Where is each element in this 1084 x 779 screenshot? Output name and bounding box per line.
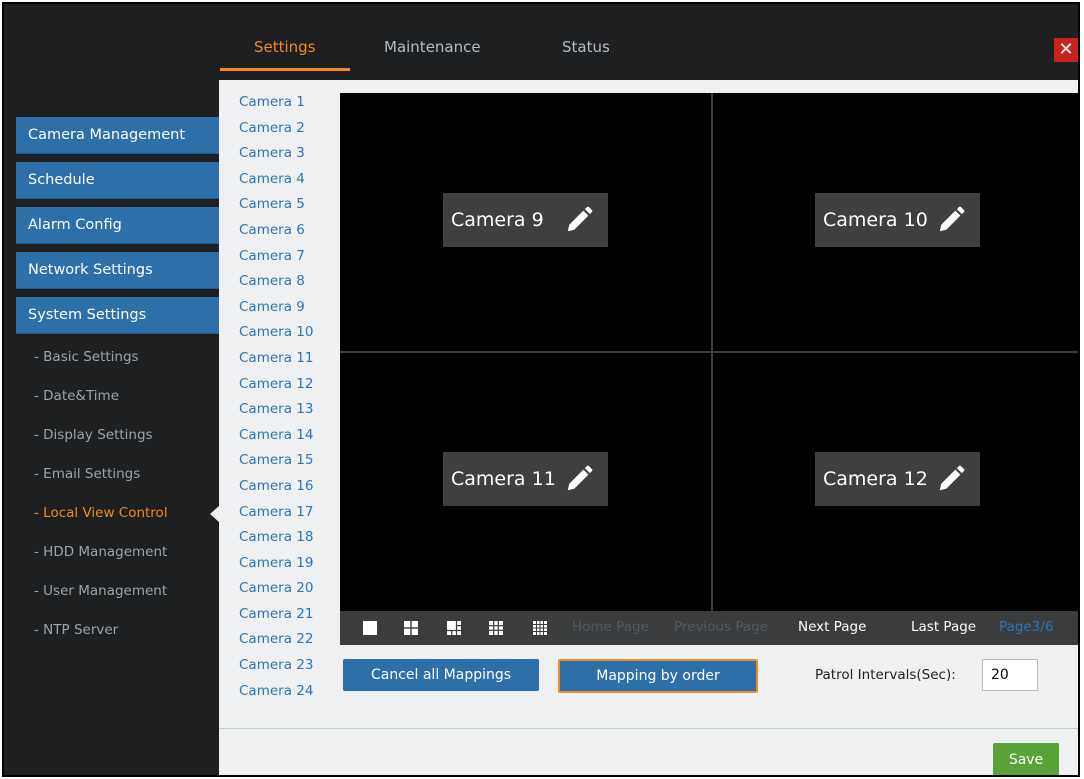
camera-list-item[interactable]: Camera 15: [239, 448, 313, 474]
camera-list-item[interactable]: Camera 5: [239, 192, 313, 218]
camera-list-item[interactable]: Camera 7: [239, 244, 313, 270]
camera-list-item[interactable]: Camera 14: [239, 423, 313, 449]
page-indicator: Page3/6: [999, 619, 1054, 635]
camera-list-item[interactable]: Camera 8: [239, 269, 313, 295]
cancel-all-mappings-button[interactable]: Cancel all Mappings: [343, 659, 539, 691]
sidebar-item-system-settings[interactable]: System Settings: [16, 297, 221, 334]
save-button[interactable]: Save: [993, 743, 1059, 775]
camera-list-item[interactable]: Camera 9: [239, 295, 313, 321]
sidebar-item-network-settings[interactable]: Network Settings: [16, 252, 221, 289]
camera-list-item[interactable]: Camera 3: [239, 141, 313, 167]
camera-list-item[interactable]: Camera 22: [239, 627, 313, 653]
camera-list-item[interactable]: Camera 10: [239, 320, 313, 346]
main-content: Camera 1 Camera 2 Camera 3 Camera 4 Camera 5…: [219, 80, 1078, 775]
patrol-intervals-label: Patrol Intervals(Sec):: [815, 667, 956, 683]
grid-cell-camera-label[interactable]: Camera 10: [815, 193, 980, 247]
grid-cell-camera-label[interactable]: Camera 9: [443, 193, 608, 247]
sidebar-item-camera-management[interactable]: Camera Management: [16, 117, 221, 154]
grid-cell-camera-name: Camera 9: [451, 209, 544, 231]
camera-list-item[interactable]: Camera 16: [239, 474, 313, 500]
top-bar: Settings Maintenance Status ✕: [4, 4, 1078, 80]
sidebar-subitem-date-time[interactable]: - Date&Time: [34, 388, 119, 404]
tab-maintenance[interactable]: Maintenance: [384, 38, 481, 56]
sidebar-subitem-user-management[interactable]: - User Management: [34, 583, 167, 599]
grid-cell-camera-label[interactable]: Camera 11: [443, 452, 608, 506]
footer-divider: [219, 728, 1078, 729]
layout-9-icon[interactable]: [488, 620, 504, 636]
camera-list-item[interactable]: Camera 6: [239, 218, 313, 244]
layout-16-icon[interactable]: [532, 620, 548, 636]
camera-list-item[interactable]: Camera 4: [239, 167, 313, 193]
video-grid: Camera 9 Camera 10 Camera 11 Camera 12: [340, 93, 1078, 611]
sidebar-subitem-hdd-management[interactable]: - HDD Management: [34, 544, 167, 560]
close-icon: ✕: [1058, 39, 1074, 60]
camera-list-item[interactable]: Camera 12: [239, 372, 313, 398]
last-page-link[interactable]: Last Page: [911, 619, 976, 635]
app-window: Settings Maintenance Status ✕ Camera Man…: [2, 2, 1080, 777]
layout-4-icon[interactable]: [403, 620, 419, 636]
sidebar-subitem-email-settings[interactable]: - Email Settings: [34, 466, 140, 482]
grid-divider-horizontal: [340, 351, 1078, 353]
grid-cell-camera-name: Camera 10: [823, 209, 928, 231]
pencil-icon[interactable]: [564, 464, 594, 494]
pencil-icon[interactable]: [936, 205, 966, 235]
camera-list: Camera 1 Camera 2 Camera 3 Camera 4 Camera 5…: [239, 90, 313, 704]
layout-6-icon[interactable]: [446, 620, 462, 636]
sidebar-subitem-basic-settings[interactable]: - Basic Settings: [34, 349, 139, 365]
sidebar-item-alarm-config[interactable]: Alarm Config: [16, 207, 221, 244]
camera-list-item[interactable]: Camera 21: [239, 602, 313, 628]
pencil-icon[interactable]: [936, 464, 966, 494]
previous-page-link[interactable]: Previous Page: [674, 619, 768, 635]
grid-toolbar: Home Page Previous Page Next Page Last P…: [340, 611, 1078, 645]
camera-list-item[interactable]: Camera 17: [239, 500, 313, 526]
tab-status[interactable]: Status: [562, 38, 610, 56]
camera-list-item[interactable]: Camera 11: [239, 346, 313, 372]
sidebar-subitem-ntp-server[interactable]: - NTP Server: [34, 622, 118, 638]
grid-cell-camera-label[interactable]: Camera 12: [815, 452, 980, 506]
camera-list-item[interactable]: Camera 20: [239, 576, 313, 602]
camera-list-item[interactable]: Camera 19: [239, 551, 313, 577]
sidebar: Camera Management Schedule Alarm Config …: [4, 80, 221, 775]
home-page-link[interactable]: Home Page: [572, 619, 649, 635]
camera-list-item[interactable]: Camera 18: [239, 525, 313, 551]
active-tab-indicator: [220, 68, 350, 71]
sidebar-subitem-display-settings[interactable]: - Display Settings: [34, 427, 153, 443]
camera-list-item[interactable]: Camera 24: [239, 679, 313, 705]
camera-list-item[interactable]: Camera 13: [239, 397, 313, 423]
active-item-pointer: [210, 506, 219, 522]
mapping-by-order-button[interactable]: Mapping by order: [558, 659, 758, 693]
tab-settings[interactable]: Settings: [254, 38, 316, 56]
grid-cell-camera-name: Camera 11: [451, 468, 556, 490]
layout-1-icon[interactable]: [362, 620, 378, 636]
camera-list-item[interactable]: Camera 2: [239, 116, 313, 142]
sidebar-item-schedule[interactable]: Schedule: [16, 162, 221, 199]
sidebar-subitem-local-view-control[interactable]: - Local View Control: [34, 505, 168, 521]
next-page-link[interactable]: Next Page: [798, 619, 866, 635]
grid-cell-camera-name: Camera 12: [823, 468, 928, 490]
camera-list-item[interactable]: Camera 23: [239, 653, 313, 679]
camera-list-item[interactable]: Camera 1: [239, 90, 313, 116]
patrol-intervals-input[interactable]: [982, 659, 1038, 691]
pencil-icon[interactable]: [564, 205, 594, 235]
close-button[interactable]: ✕: [1054, 38, 1078, 62]
